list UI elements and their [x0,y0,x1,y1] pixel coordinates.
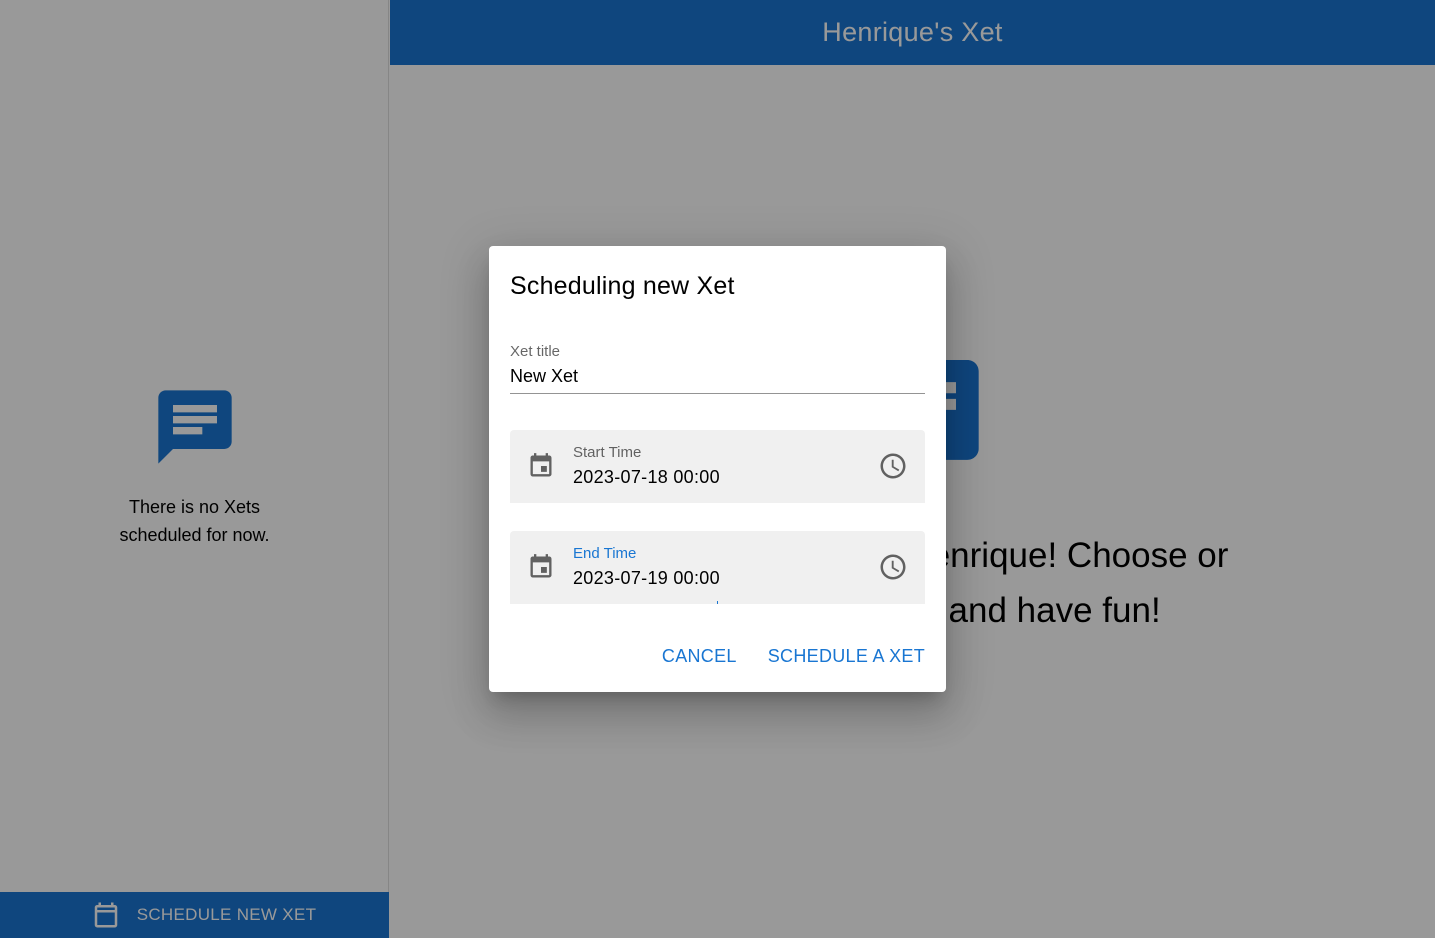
start-time-label: Start Time [573,444,642,461]
end-time-label: End Time [573,545,637,562]
end-time-field[interactable]: End Time 2023-07-19 00:00 [510,531,925,604]
dialog-title: Scheduling new Xet [510,272,735,300]
schedule-xet-dialog: Scheduling new Xet Xet title New Xet Sta… [489,246,946,692]
clock-icon[interactable] [878,451,908,481]
xet-title-field[interactable]: Xet title New Xet [510,343,925,394]
calendar-icon[interactable] [527,451,555,481]
end-time-input[interactable]: 2023-07-19 00:00 [573,568,720,589]
xet-title-label: Xet title [510,343,561,360]
clock-icon[interactable] [878,552,908,582]
focus-underline [717,601,718,604]
cancel-button[interactable]: CANCEL [662,646,737,667]
start-time-input[interactable]: 2023-07-18 00:00 [573,467,720,488]
schedule-a-xet-button[interactable]: SCHEDULE A XET [768,646,925,667]
calendar-icon[interactable] [527,552,555,582]
xet-title-input[interactable]: New Xet [510,365,925,394]
start-time-field[interactable]: Start Time 2023-07-18 00:00 [510,430,925,503]
dialog-actions: CANCEL SCHEDULE A XET [662,646,925,667]
